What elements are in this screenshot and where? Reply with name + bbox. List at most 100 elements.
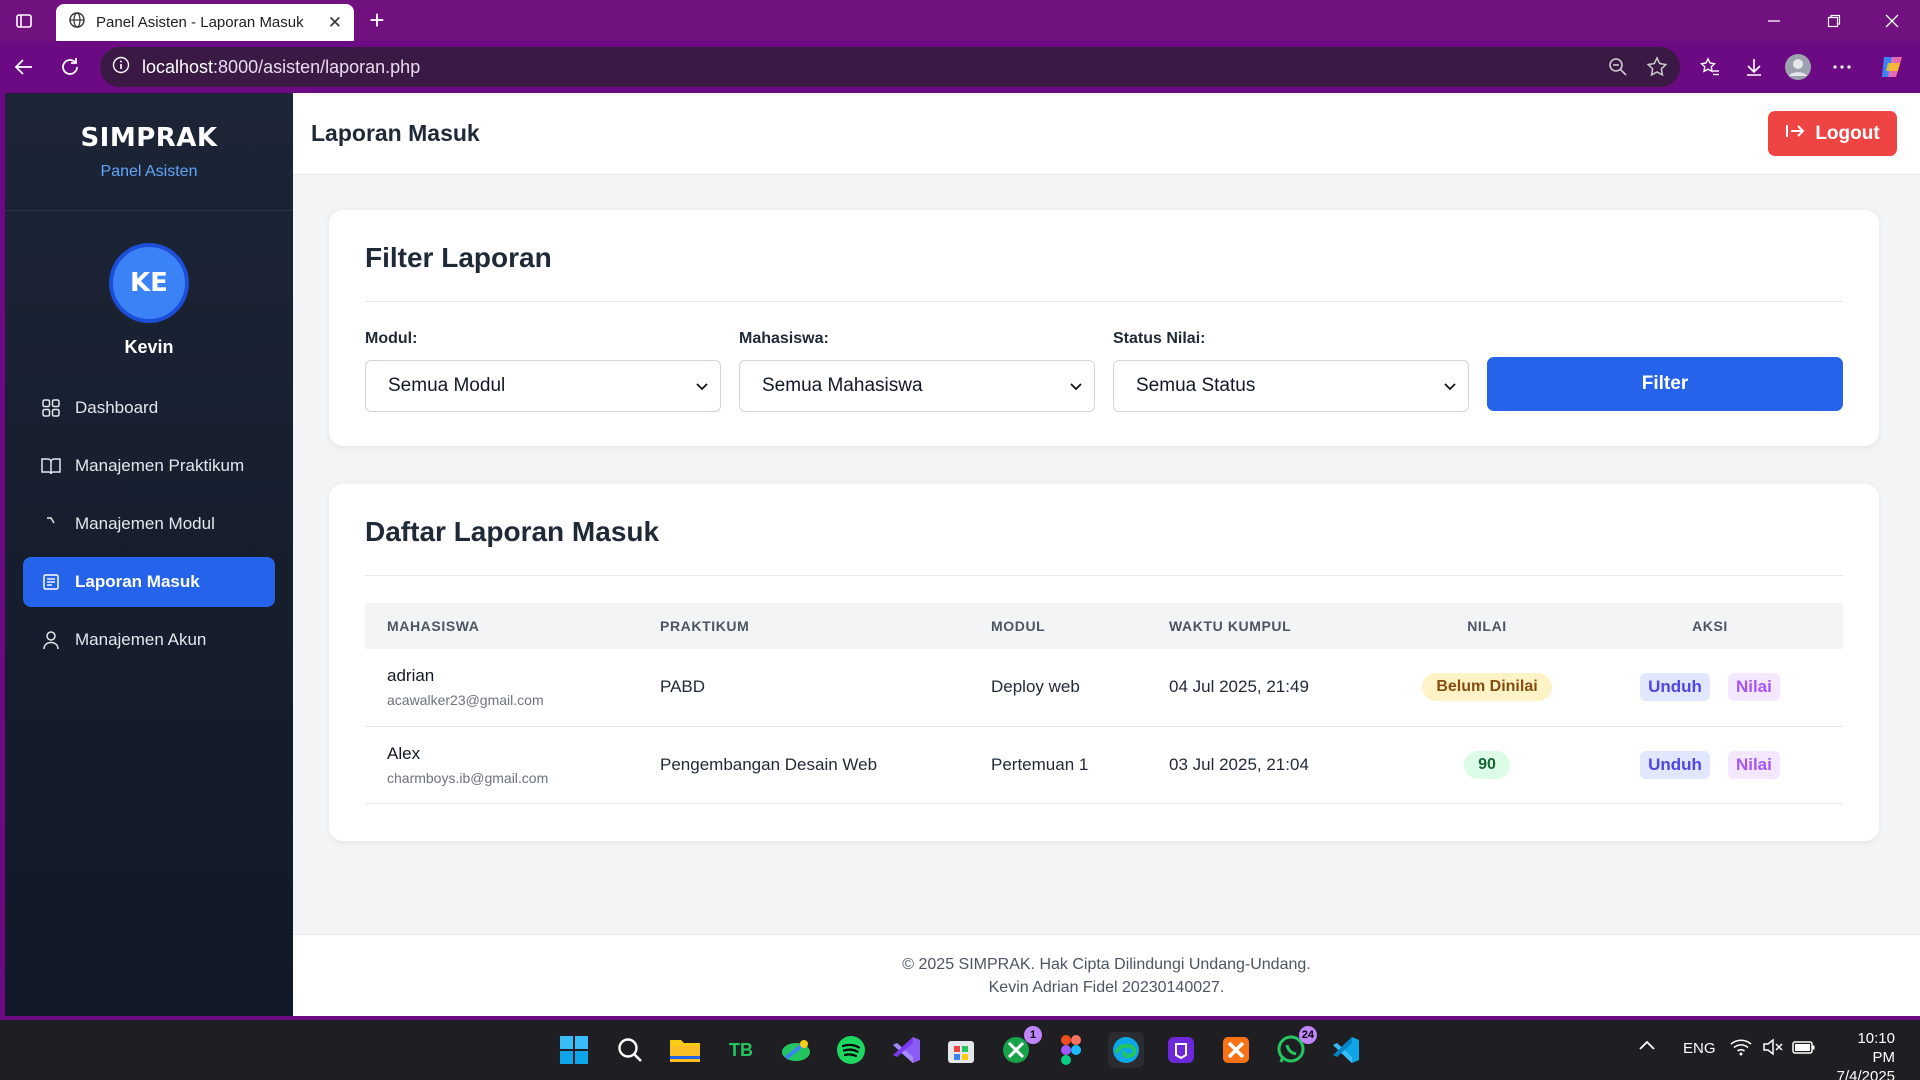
reload-icon[interactable] [54,51,86,83]
cell-aksi: Unduh Nilai [1577,726,1843,804]
tab-actions-icon[interactable] [0,0,48,41]
tab-title: Panel Asisten - Laporan Masuk [96,14,304,31]
logout-label: Logout [1815,122,1880,144]
avatar: KE [109,243,189,323]
col-praktikum: PRAKTIKUM [660,618,750,634]
browser-toolbar: localhost:8000/asisten/laporan.php [0,41,1920,93]
reports-card: Daftar Laporan Masuk MAHASISWA PRAKTIKUM… [329,484,1879,841]
battery-icon[interactable] [1792,1038,1816,1060]
back-icon[interactable] [8,51,40,83]
speaker-muted-icon[interactable] [1762,1038,1784,1060]
filter-card: Filter Laporan Modul: Semua Modul Mahasi… [329,210,1879,446]
sidebar-item-dashboard[interactable]: Dashboard [23,383,275,433]
sidebar-item-label: Laporan Masuk [75,572,200,591]
download-button[interactable]: Unduh [1640,750,1710,779]
xbox-notification-badge: 1 [1024,1026,1042,1044]
mahasiswa-select[interactable]: Semua Mahasiswa [739,360,1095,412]
zoom-icon[interactable] [1608,57,1628,82]
download-button[interactable]: Unduh [1640,673,1710,702]
col-mahasiswa: MAHASISWA [387,618,480,634]
mahasiswa-select-value: Semua Mahasiswa [762,375,923,396]
brand-subtitle: Panel Asisten [100,163,198,180]
cell-waktu: 04 Jul 2025, 21:49 [1147,649,1397,727]
favorite-star-icon[interactable] [1646,56,1668,83]
new-tab-button[interactable]: + [362,6,392,36]
globe-icon [68,11,86,34]
filter-button[interactable]: Filter [1487,357,1843,411]
sidebar-item-praktikum[interactable]: Manajemen Praktikum [23,441,275,491]
url-text: localhost:8000/asisten/laporan.php [142,56,421,77]
close-window-icon[interactable] [1868,0,1916,41]
whatsapp-icon[interactable]: 24 [1273,1026,1317,1068]
sidebar-item-modul[interactable]: Manajemen Modul [23,499,275,549]
logout-button[interactable]: Logout [1768,111,1897,156]
cell-mahasiswa: adrian acawalker23@gmail.com [365,649,638,727]
sidebar-item-laporan[interactable]: Laporan Masuk [23,557,275,607]
wifi-icon[interactable] [1730,1038,1752,1060]
taskbar: TB 1 24 ENG 10:10 PM 7/4/2025 [0,1020,1920,1080]
student-name: Alex [387,743,421,763]
spotify-icon[interactable] [833,1032,869,1068]
search-icon[interactable] [612,1032,648,1068]
clock-time: 10:10 PM [1857,1030,1895,1066]
address-bar[interactable]: localhost:8000/asisten/laporan.php [100,47,1680,87]
downloads-icon[interactable] [1738,51,1770,83]
status-label: Status Nilai: [1113,330,1206,347]
profile: KE Kevin [5,211,293,358]
visual-studio-icon[interactable] [888,1032,924,1068]
copilot-icon[interactable] [1876,51,1908,83]
status-badge: Belum Dinilai [1422,673,1552,702]
restore-icon[interactable] [1810,0,1858,41]
file-explorer-icon[interactable] [667,1032,703,1068]
xbox-icon[interactable]: 1 [998,1026,1042,1068]
profile-icon[interactable] [1782,51,1814,83]
mahasiswa-label: Mahasiswa: [739,330,829,347]
chevron-down-icon [1444,375,1456,397]
report-icon [41,572,61,592]
info-icon[interactable] [112,56,130,79]
figma-icon[interactable] [1053,1032,1089,1068]
whatsapp-notification-badge: 24 [1298,1026,1317,1044]
cell-mahasiswa: Alex charmboys.ib@gmail.com [365,726,638,804]
tb-app-icon[interactable]: TB [723,1032,759,1068]
col-aksi: AKSI [1692,618,1728,634]
table-header-row: MAHASISWA PRAKTIKUM MODUL WAKTU KUMPUL N… [365,603,1843,649]
modul-select[interactable]: Semua Modul [365,360,721,412]
xampp-icon[interactable] [1218,1032,1254,1068]
reports-title: Daftar Laporan Masuk [365,484,1843,576]
page-title: Laporan Masuk [311,120,480,146]
col-waktu: WAKTU KUMPUL [1169,618,1292,634]
browser-tab[interactable]: Panel Asisten - Laporan Masuk ✕ [56,4,354,41]
grade-button[interactable]: Nilai [1727,750,1780,779]
edge-browser-icon[interactable] [1108,1032,1144,1068]
windows-start-icon[interactable] [556,1032,592,1068]
more-options-icon[interactable] [1826,51,1858,83]
tray-expand-icon[interactable] [1638,1038,1656,1056]
favorites-icon[interactable] [1694,51,1726,83]
microsoft-store-icon[interactable] [943,1032,979,1068]
sidebar-item-label: Manajemen Modul [75,514,215,533]
student-email: acawalker23@gmail.com [387,692,544,709]
status-select[interactable]: Semua Status [1113,360,1469,412]
user-icon [41,630,61,650]
brand-title: SIMPRAK [80,123,218,153]
chevron-down-icon [696,375,708,397]
close-tab-icon[interactable]: ✕ [328,13,342,33]
sidebar-item-akun[interactable]: Manajemen Akun [23,615,275,665]
cell-modul: Deploy web [969,649,1147,727]
android-studio-icon[interactable] [778,1032,814,1068]
vscode-icon[interactable] [1328,1032,1364,1068]
filter-title: Filter Laporan [365,210,1843,302]
modul-select-value: Semua Modul [388,375,506,396]
clock[interactable]: 10:10 PM 7/4/2025 [1833,1029,1895,1080]
sidebar-item-label: Dashboard [75,398,159,417]
grade-button[interactable]: Nilai [1727,673,1780,702]
cell-nilai: 90 [1397,726,1577,804]
modul-label: Modul: [365,330,418,347]
minimize-icon[interactable] [1750,0,1798,41]
col-modul: MODUL [991,618,1046,634]
language-indicator[interactable]: ENG [1683,1040,1716,1057]
sidebar-item-label: Manajemen Akun [75,630,207,649]
brand: SIMPRAK Panel Asisten [5,93,293,211]
proton-vpn-icon[interactable] [1163,1032,1199,1068]
